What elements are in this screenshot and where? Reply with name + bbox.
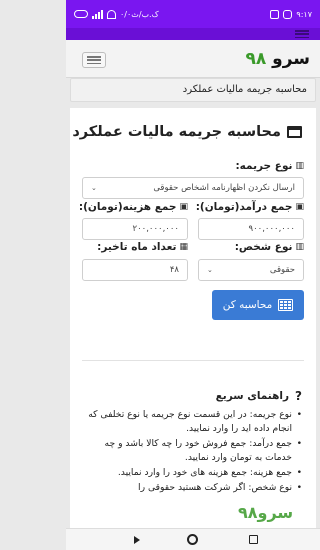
guide-item: نوع شخص: اگر شرکت هستید حقوقی را xyxy=(82,481,302,495)
system-nav-bar xyxy=(66,528,320,550)
penalty-type-select[interactable]: ارسال نکردن اظهارنامه اشخاص حقوقی ⌄ xyxy=(82,177,304,199)
person-type-label-text: نوع شخص: xyxy=(234,241,293,253)
signal-icon xyxy=(92,9,103,19)
home-icon[interactable] xyxy=(187,534,198,545)
penalty-type-label-text: نوع جریمه: xyxy=(235,160,293,172)
status-time: ۹:۱۷ xyxy=(296,9,312,19)
network-speed: ۰/۰ک.ب/ث xyxy=(120,9,159,19)
calculator-card: محاسبه جریمه مالیات عملکرد ▥ نوع جریمه: … xyxy=(70,108,316,550)
instagram-icon xyxy=(283,9,293,19)
brand-number: ۹۸ xyxy=(245,49,267,69)
delay-months-label: ▦ تعداد ماه تاخیر: xyxy=(97,241,188,253)
map-icon: ▥ xyxy=(295,242,304,252)
back-icon[interactable] xyxy=(134,536,140,544)
overflow-menu-icon[interactable] xyxy=(295,30,309,38)
money-icon: ▣ xyxy=(179,202,188,212)
delay-months-input[interactable]: ۴۸ xyxy=(82,259,188,281)
status-left: ۰/۰ک.ب/ث xyxy=(74,9,159,19)
money-icon: ▣ xyxy=(295,202,304,212)
penalty-type-value: ارسال نکردن اظهارنامه اشخاص حقوقی xyxy=(153,183,295,193)
calculate-button-label: محاسبه کن xyxy=(222,299,273,311)
guide-title: ? راهنمای سریع xyxy=(216,389,302,403)
income-input[interactable]: ۹۰۰,۰۰۰,۰۰۰ xyxy=(198,218,304,240)
page-title: محاسبه جریمه مالیات عملکرد xyxy=(72,124,302,140)
guide-list: نوع جریمه: در این قسمت نوع جریمه یا نوع … xyxy=(82,408,302,496)
question-icon: ? xyxy=(295,389,302,403)
hamburger-menu-button[interactable] xyxy=(82,52,106,68)
site-header: سرو ۹۸ xyxy=(66,40,320,78)
delay-months-label-text: تعداد ماه تاخیر: xyxy=(97,241,177,253)
expense-label: ▣ جمع هزینه(تومان): xyxy=(79,201,188,213)
grid-icon: ▦ xyxy=(179,242,188,252)
app-notification-icon xyxy=(270,9,280,19)
app-top-strip xyxy=(66,28,320,40)
status-bar: ۰/۰ک.ب/ث ۹:۱۷ xyxy=(66,0,320,28)
person-type-value: حقوقی xyxy=(269,265,295,275)
chevron-down-icon: ⌄ xyxy=(91,184,97,192)
page-title-text: محاسبه جریمه مالیات عملکرد xyxy=(72,124,281,140)
guide-item: جمع هزینه: جمع هزینه های خود را وارد نما… xyxy=(82,466,302,480)
calculator-icon xyxy=(278,299,294,311)
guide-title-text: راهنمای سریع xyxy=(215,390,290,402)
income-label-text: جمع درآمد(تومان): xyxy=(195,201,293,213)
recent-apps-icon[interactable] xyxy=(249,535,258,544)
guide-item: جمع درآمد: جمع فروش خود را چه کالا باشد … xyxy=(82,437,302,465)
income-label: ▣ جمع درآمد(تومان): xyxy=(196,201,304,213)
expense-label-text: جمع هزینه(تومان): xyxy=(78,201,177,213)
person-type-select[interactable]: حقوقی ⌄ xyxy=(198,259,304,281)
person-type-label: ▥ نوع شخص: xyxy=(235,241,304,253)
calculate-button[interactable]: محاسبه کن xyxy=(212,290,304,320)
window-icon xyxy=(287,126,302,138)
divider xyxy=(82,360,304,361)
breadcrumb: محاسبه جریمه مالیات عملکرد xyxy=(70,78,316,102)
penalty-type-label: ▥ نوع جریمه: xyxy=(235,160,304,172)
expense-input[interactable]: ۲۰۰,۰۰۰,۰۰۰ xyxy=(82,218,188,240)
guide-item: نوع جریمه: در این قسمت نوع جریمه یا نوع … xyxy=(82,408,302,436)
battery-icon xyxy=(74,10,88,18)
map-icon: ▥ xyxy=(295,161,304,171)
brand-text: سرو xyxy=(272,49,310,69)
chevron-down-icon: ⌄ xyxy=(207,266,213,274)
status-right: ۹:۱۷ xyxy=(270,9,312,19)
watermark-logo: سرو۹۸ xyxy=(238,503,294,522)
wifi-icon xyxy=(107,9,116,19)
site-logo[interactable]: سرو ۹۸ xyxy=(245,49,310,69)
